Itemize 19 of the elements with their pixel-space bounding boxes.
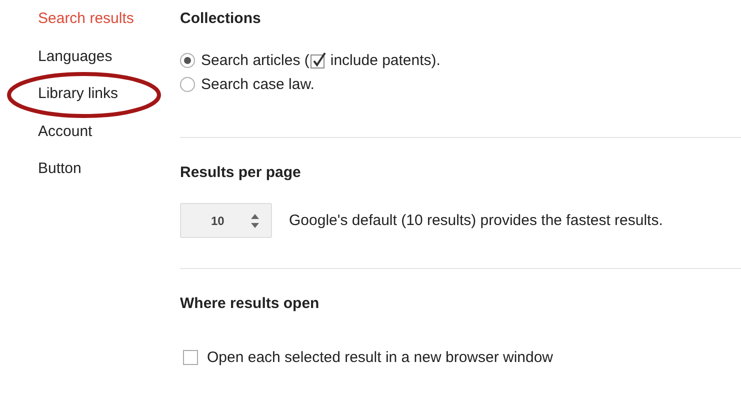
option-label: Search case law.: [201, 76, 314, 92]
checkbox[interactable]: [183, 350, 198, 364]
sidebar-item[interactable]: Account: [38, 122, 92, 140]
spinner-arrows-icon: [251, 214, 259, 228]
sidebar-item[interactable]: Library links: [38, 85, 118, 102]
sidebar-item[interactable]: Search results: [38, 10, 134, 27]
sidebar-item[interactable]: Button: [38, 160, 82, 177]
section-title: Collections: [180, 9, 261, 29]
section-title: Where results open: [180, 294, 320, 314]
hint-text: Google's default (10 results) provides the fastest results.: [289, 212, 663, 229]
sidebar-item[interactable]: Languages: [38, 48, 112, 64]
radio-button[interactable]: [180, 76, 195, 92]
results-count-select[interactable]: 10: [180, 203, 272, 238]
radio-button[interactable]: [180, 52, 195, 68]
option-label: include patents).: [330, 52, 440, 68]
option-label: Search articles (: [201, 52, 310, 68]
checkbox[interactable]: [310, 52, 328, 68]
section-title: Results per page: [180, 163, 301, 183]
checkbox-label: Open each selected result in a new browser window: [207, 348, 554, 366]
